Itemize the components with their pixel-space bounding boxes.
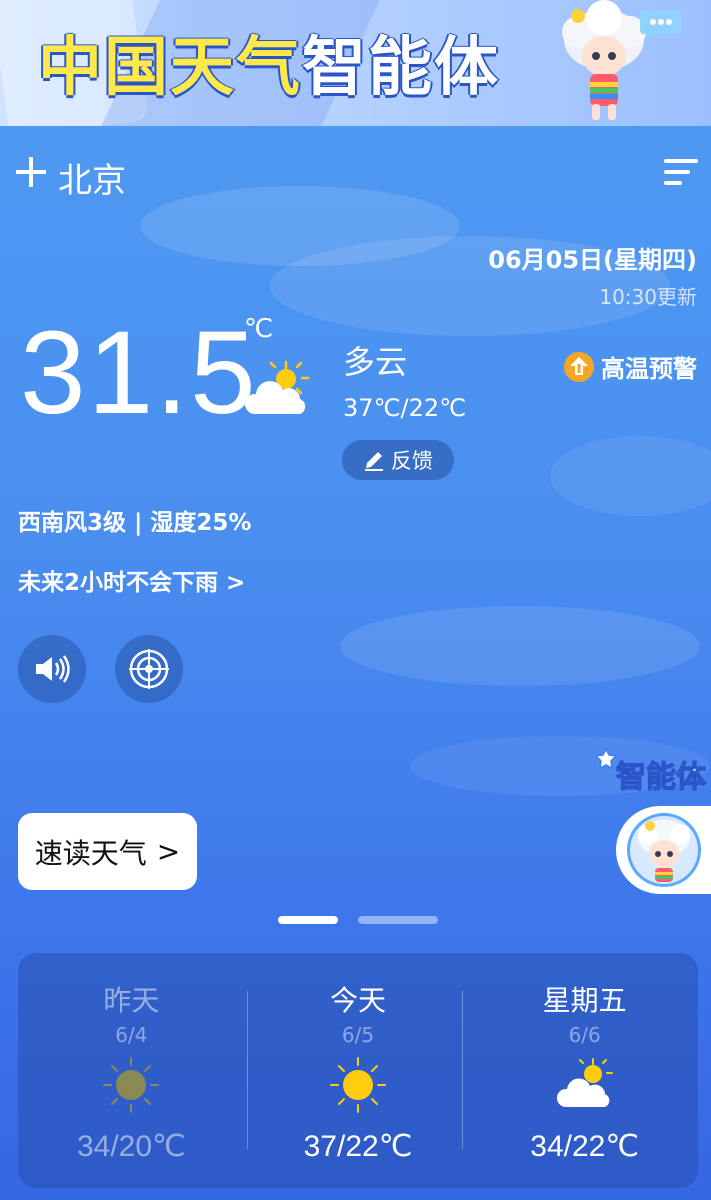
chevron-right-icon: >	[156, 835, 181, 868]
voice-broadcast-button[interactable]	[18, 635, 86, 703]
day-date: 6/4	[115, 1023, 148, 1047]
quick-read-weather-button[interactable]: 速读天气 >	[18, 813, 197, 890]
current-date: 06月05日(星期四)	[488, 246, 697, 274]
warning-label: 高温预警	[601, 355, 697, 383]
banner-title-yellow: 中国天气	[38, 31, 302, 105]
partly-cloudy-icon	[556, 1058, 613, 1107]
rain-forecast-link[interactable]: 未来2小时不会下雨 >	[18, 563, 245, 597]
agent-label-text: 智能体	[616, 760, 707, 795]
update-time: 10:30更新	[599, 285, 697, 309]
sun-icon	[103, 1057, 160, 1113]
cloud-avatar-icon	[627, 813, 701, 887]
pencil-icon	[365, 452, 383, 471]
feedback-label: 反馈	[391, 449, 433, 473]
day-date: 6/6	[568, 1023, 601, 1047]
weather-condition: 多云	[343, 343, 408, 381]
forecast-day-yesterday[interactable]: 昨天 6/4 34/20℃	[18, 953, 245, 1188]
menu-icon[interactable]	[660, 157, 698, 187]
sun-icon	[330, 1057, 386, 1113]
day-name: 今天	[330, 984, 387, 1017]
city-name[interactable]: 北京	[58, 153, 126, 202]
chat-bubble-icon	[640, 10, 682, 41]
today-temp-range: 37℃/22℃	[343, 394, 467, 422]
forecast-day-today[interactable]: 今天 6/5 37/22℃	[245, 953, 472, 1188]
three-day-forecast: 昨天 6/4 34/20℃ 今天 6/5 37/22℃ 星期五 6/6 34/2…	[18, 953, 698, 1188]
radar-button[interactable]	[115, 635, 183, 703]
forecast-day-friday[interactable]: 星期五 6/6 34/22℃	[471, 953, 698, 1188]
page-indicator-active[interactable]	[278, 916, 338, 924]
temperature-unit: ℃	[244, 314, 274, 344]
agent-label-icon[interactable]: 智能体	[596, 745, 711, 795]
ad-banner[interactable]: 中国天气 智能体	[0, 0, 711, 126]
day-temp-range: 34/20℃	[76, 1130, 186, 1163]
day-temp-range: 34/22℃	[530, 1130, 640, 1163]
banner-title-white: 智能体	[302, 31, 500, 105]
wind-humidity: 西南风3级 | 湿度25%	[18, 510, 252, 536]
high-temp-warning[interactable]: 高温预警	[563, 349, 697, 384]
warning-thermometer-icon	[564, 351, 594, 382]
current-temperature: 31.5	[20, 307, 258, 439]
app-header: 北京	[0, 145, 711, 205]
banner-title: 中国天气 智能体	[38, 12, 500, 112]
speaker-icon	[36, 655, 70, 683]
agent-avatar-button[interactable]	[616, 806, 711, 894]
day-date: 6/5	[341, 1023, 375, 1047]
page-indicator[interactable]	[358, 916, 438, 924]
divider	[462, 991, 463, 1149]
day-name: 星期五	[542, 984, 627, 1017]
day-temp-range: 37/22℃	[303, 1130, 413, 1163]
radar-icon	[129, 649, 169, 689]
feedback-button[interactable]: 反馈	[342, 440, 454, 480]
partly-cloudy-icon	[244, 360, 310, 414]
quick-read-label: 速读天气	[34, 836, 147, 870]
add-city-icon[interactable]	[16, 157, 46, 187]
day-name: 昨天	[103, 984, 160, 1017]
